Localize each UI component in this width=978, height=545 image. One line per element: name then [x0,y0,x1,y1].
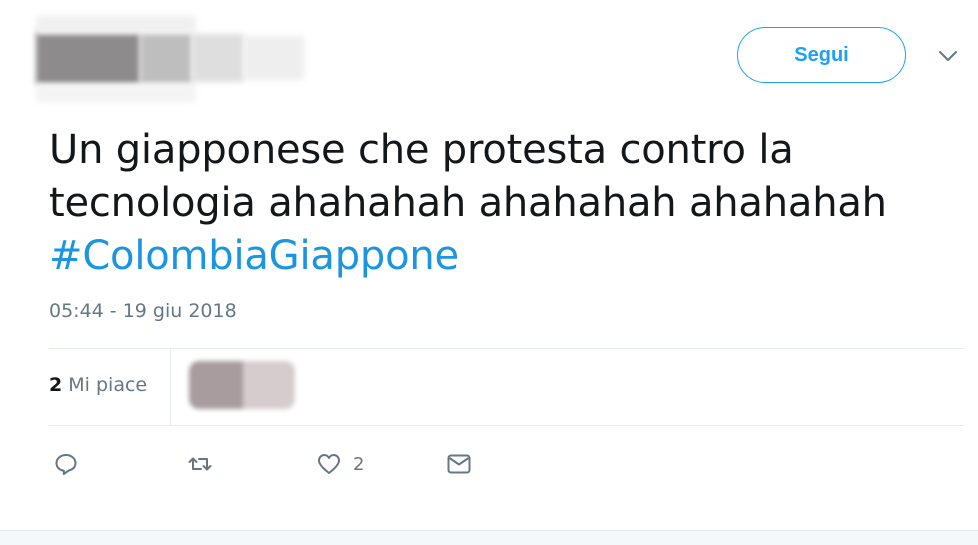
like-button[interactable]: 2 [315,450,364,478]
retweet-icon [188,457,212,471]
avatar [36,32,140,84]
divider [49,348,964,349]
follow-button[interactable]: Segui [737,27,906,83]
likes-count: 2 [49,374,63,396]
tweet-card: Segui Un giapponese che protesta contro … [0,0,978,530]
tweet-text-line-1: Un giapponese che protesta contro la [49,127,794,173]
liker-avatars-blurred[interactable] [189,361,295,409]
chevron-down-icon[interactable] [936,46,960,66]
stats-separator [170,349,171,425]
direct-message-button[interactable] [445,450,473,478]
retweet-button[interactable] [186,450,214,478]
tweet-timestamp[interactable]: 05:44 - 19 giu 2018 [49,300,237,322]
footer-band [0,530,978,545]
reply-icon [55,454,77,475]
hashtag-link[interactable]: #ColombiaGiappone [49,233,459,279]
tweet-text-line-2: tecnologia ahahahah ahahahah ahahahah [49,180,887,226]
likes-stat[interactable]: 2 Mi piace [49,374,147,396]
likes-label: Mi piace [68,374,148,396]
heart-icon [318,454,340,474]
divider [49,425,964,426]
reply-button[interactable] [52,450,80,478]
mail-icon [447,454,471,474]
tweet-text: Un giapponese che protesta contro la tec… [49,124,929,283]
like-count: 2 [353,453,365,475]
